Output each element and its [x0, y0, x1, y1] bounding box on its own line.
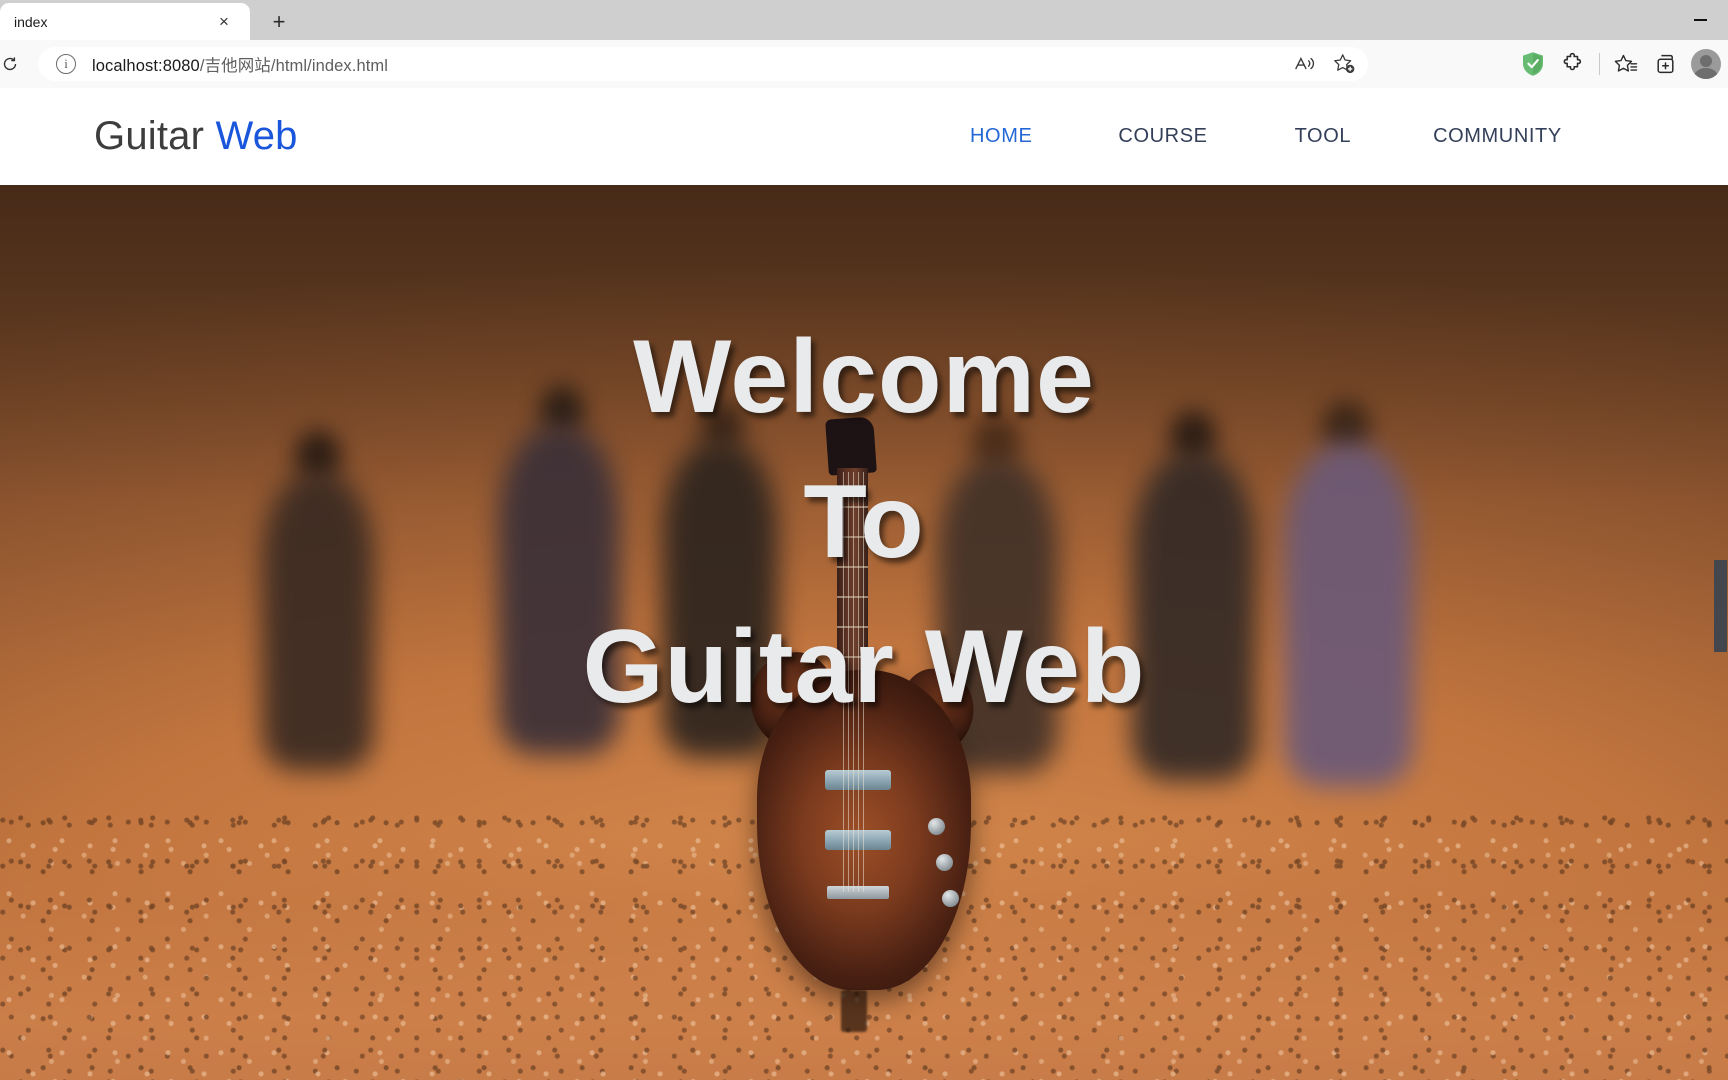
add-favorite-icon[interactable] [1328, 49, 1362, 79]
page-viewport: Guitar Web HOME COURSE TOOL COMMUNITY We… [0, 88, 1728, 1080]
toolbar-divider [1599, 53, 1600, 75]
extensions-puzzle-icon[interactable] [1553, 44, 1593, 84]
hero-line-3: Guitar Web [582, 609, 1146, 725]
nav-item-community[interactable]: COMMUNITY [1433, 125, 1562, 148]
hero-line-1: Welcome [633, 319, 1095, 435]
nav-item-home[interactable]: HOME [970, 125, 1032, 148]
guitar-knob [936, 854, 953, 871]
profile-avatar[interactable] [1686, 44, 1726, 84]
favorites-star-icon[interactable] [1606, 44, 1646, 84]
read-aloud-icon[interactable] [1288, 49, 1322, 79]
hero-headline: Welcome To Guitar Web [0, 305, 1728, 740]
browser-toolbar: i localhost:8080/吉他网站/html/index.html [0, 40, 1728, 88]
nav-item-course[interactable]: COURSE [1118, 125, 1207, 148]
guitar-knob [942, 890, 959, 907]
adguard-shield-icon[interactable] [1513, 44, 1553, 84]
tab-strip: index × + [0, 0, 1728, 40]
collections-icon[interactable] [1646, 44, 1686, 84]
url-path: /吉他网站/html/index.html [199, 57, 389, 75]
nav-item-tool[interactable]: TOOL [1295, 125, 1352, 148]
new-tab-icon[interactable]: + [264, 7, 294, 37]
reload-icon[interactable] [0, 48, 26, 80]
browser-tab-index[interactable]: index × [0, 3, 250, 40]
site-info-icon[interactable]: i [56, 54, 76, 74]
close-icon[interactable]: × [212, 10, 236, 34]
address-bar[interactable]: i localhost:8080/吉他网站/html/index.html [38, 47, 1368, 81]
logo-text-main: Guitar [94, 114, 205, 158]
site-nav-links: HOME COURSE TOOL COMMUNITY [970, 125, 1562, 148]
site-logo[interactable]: Guitar Web [94, 114, 298, 159]
url-text[interactable]: localhost:8080/吉他网站/html/index.html [92, 52, 388, 76]
scrollbar-thumb[interactable] [1714, 560, 1727, 652]
minimize-button[interactable] [1672, 0, 1728, 40]
guitar-stand [841, 990, 867, 1032]
page-scrollbar[interactable] [1713, 88, 1728, 1080]
tab-title: index [14, 13, 48, 30]
hero-line-2: To [803, 464, 925, 580]
browser-window: index × + i localhost:8080/吉他网站/html/ind… [0, 0, 1728, 1080]
omnibox-actions [1288, 49, 1362, 79]
minimize-icon [1693, 19, 1707, 21]
guitar-knob [928, 818, 945, 835]
url-host: localhost:8080 [92, 57, 200, 75]
logo-text-accent: Web [215, 114, 298, 158]
site-header: Guitar Web HOME COURSE TOOL COMMUNITY [0, 88, 1728, 185]
hero-section: Welcome To Guitar Web [0, 185, 1728, 1080]
window-controls [1672, 0, 1728, 40]
avatar[interactable] [1691, 49, 1721, 79]
toolbar-extensions [1513, 40, 1728, 88]
